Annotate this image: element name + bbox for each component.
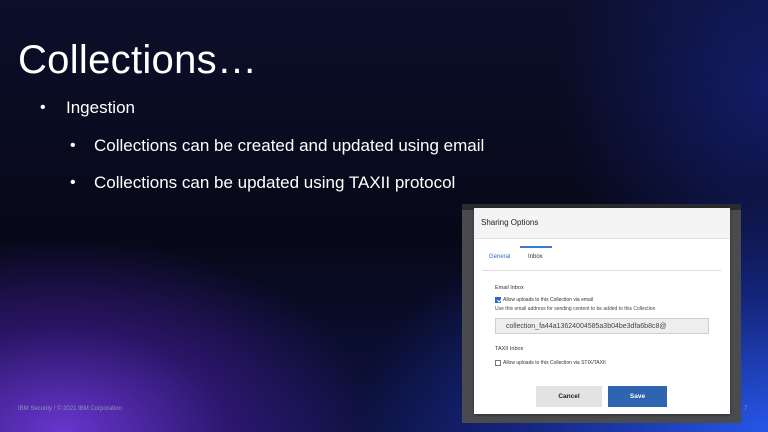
bullet-glyph: • [40,99,46,116]
collection-email-field[interactable]: collection_fa44a13624004585a3b04be3dfa6b… [495,318,709,334]
email-upload-option[interactable]: Allow uploads to this Collection via ema… [495,297,593,303]
sharing-options-dialog: Sharing Options General Inbox Email Inbo… [474,208,730,414]
bullet-text: Collections can be created and updated u… [94,136,485,155]
taxii-upload-label: Allow uploads to this Collection via STI… [503,360,606,366]
cancel-button[interactable]: Cancel [536,386,602,407]
dialog-tabs: General Inbox [482,246,721,271]
active-tab-indicator [520,246,552,248]
save-button[interactable]: Save [608,386,667,407]
dialog-title: Sharing Options [481,218,539,227]
bullet-glyph: • [70,137,76,154]
email-hint-text: Use this email address for sending conte… [495,306,656,312]
slide-title: Collections… [18,38,258,82]
dialog-header: Sharing Options [474,208,730,239]
bullet-taxii: • Collections can be updated using TAXII… [70,173,455,193]
tab-general[interactable]: General [489,254,510,260]
bullet-email: • Collections can be created and updated… [70,136,484,156]
email-upload-checkbox[interactable] [495,297,501,303]
bullet-glyph: • [70,174,76,191]
slide-footer: IBM Security / © 2021 IBM Corporation [18,406,122,412]
tab-inbox[interactable]: Inbox [528,254,543,260]
email-inbox-heading: Email Inbox [495,285,524,291]
page-number: 7 [744,406,748,412]
bullet-text: Ingestion [66,98,135,117]
bullet-text: Collections can be updated using TAXII p… [94,173,456,192]
email-upload-label: Allow uploads to this Collection via ema… [503,297,594,303]
taxii-inbox-heading: TAXII Inbox [495,346,524,352]
taxii-upload-checkbox[interactable] [495,360,501,366]
screenshot-panel: Sharing Options General Inbox Email Inbo… [462,204,741,423]
bullet-ingestion: • Ingestion [40,98,135,118]
taxii-upload-option[interactable]: Allow uploads to this Collection via STI… [495,360,606,366]
